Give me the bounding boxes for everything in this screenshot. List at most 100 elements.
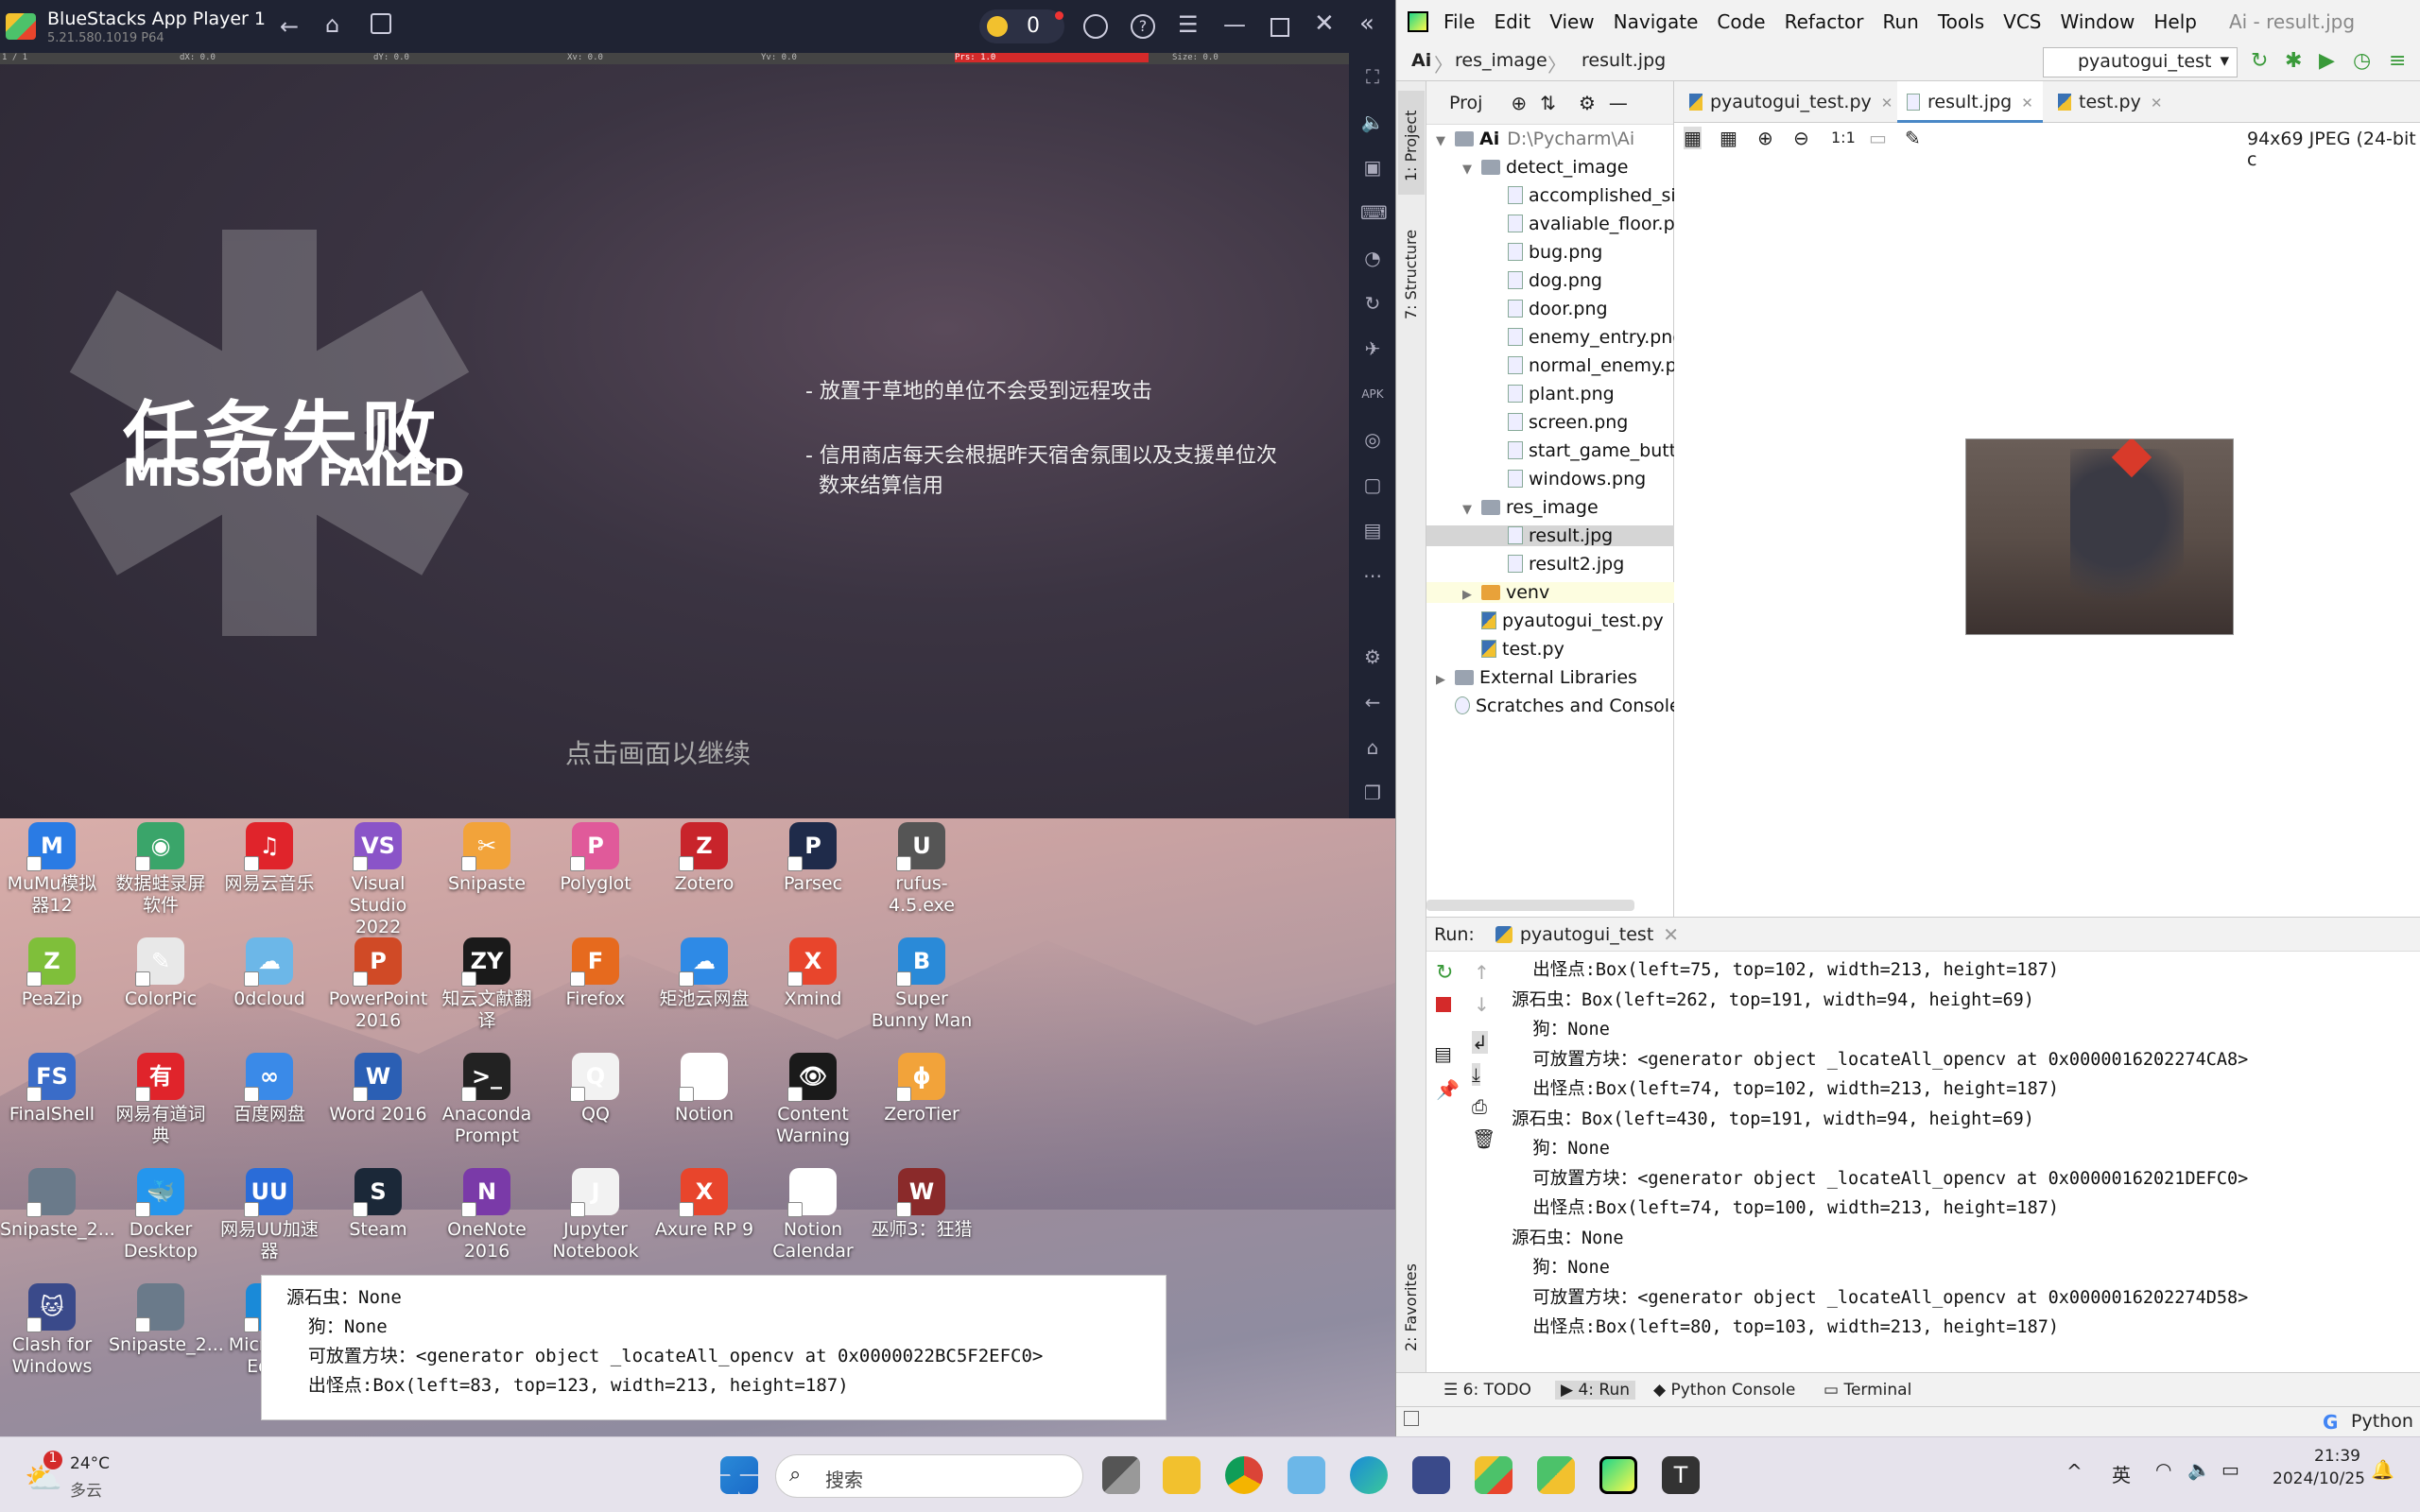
stop-icon[interactable] xyxy=(1436,997,1451,1012)
weather-widget[interactable]: ⛅ 1 24°C 多云 xyxy=(25,1451,138,1503)
bluestacks-multi-icon[interactable] xyxy=(1537,1456,1575,1494)
tray-chevron-icon[interactable]: ^ xyxy=(2066,1460,2083,1483)
tree-node[interactable]: bug.png xyxy=(1489,242,1602,263)
breadcrumb-folder[interactable]: res_image xyxy=(1455,50,1547,71)
desktop-icon[interactable]: Z Zotero xyxy=(652,822,756,895)
tree-node[interactable]: Scratches and Consoles xyxy=(1436,696,1690,716)
menu-navigate[interactable]: Navigate xyxy=(1614,10,1699,33)
desktop-icon[interactable]: ✎ ColorPic xyxy=(109,937,213,1010)
editor-tab[interactable]: pyautogui_test.py ✕ xyxy=(1680,81,1902,123)
collapse-sidebar-icon[interactable]: « xyxy=(1359,9,1374,38)
volume-icon[interactable]: 🔈 xyxy=(1360,110,1385,134)
desktop-icon[interactable]: FS FinalShell xyxy=(0,1053,104,1125)
project-tool-button[interactable]: 1: Project xyxy=(1398,91,1425,195)
fullscreen-icon[interactable]: ⛶ xyxy=(1360,64,1385,89)
menu-run[interactable]: Run xyxy=(1883,10,1919,33)
run-console-output[interactable]: 出怪点:Box(left=75, top=102, width=213, hei… xyxy=(1512,955,2248,1343)
start-icon[interactable] xyxy=(720,1456,758,1494)
close-tab-icon[interactable]: ✕ xyxy=(1881,94,1893,112)
desktop-icon[interactable]: ZY 知云文献翻译 xyxy=(435,937,539,1032)
desktop-icon[interactable]: ϕ ZeroTier xyxy=(870,1053,974,1125)
desktop-icon[interactable]: M MuMu模拟器12 xyxy=(0,822,104,917)
desktop-icon[interactable]: J Jupyter Notebook xyxy=(544,1168,648,1263)
favorites-tool-button[interactable]: 2: Favorites xyxy=(1398,1244,1425,1366)
desktop-icon[interactable]: P Parsec xyxy=(761,822,865,895)
apk-icon[interactable]: APK xyxy=(1360,382,1385,406)
tree-node[interactable]: plant.png xyxy=(1489,384,1615,404)
profile-icon[interactable]: ◷ xyxy=(2353,49,2371,73)
desktop-icon[interactable]: W 巫师3：狂猎 xyxy=(870,1168,974,1241)
screenshot-icon[interactable]: ◎ xyxy=(1360,427,1385,452)
desktop-icon[interactable]: 31 Notion Calendar xyxy=(761,1168,865,1263)
desktop-icon[interactable]: P Polyglot xyxy=(544,822,648,895)
zoom-in-icon[interactable]: ⊕ xyxy=(1757,127,1773,149)
todo-tab[interactable]: ☰ 6: TODO xyxy=(1443,1381,1531,1400)
structure-tool-button[interactable]: 7: Structure xyxy=(1398,214,1425,327)
menu-edit[interactable]: Edit xyxy=(1494,10,1530,33)
menu-tools[interactable]: Tools xyxy=(1938,10,1984,33)
desktop-icon[interactable]: VS Visual Studio 2022 xyxy=(326,822,430,938)
desktop-icon[interactable]: Urufus-4.5.exe xyxy=(870,822,974,917)
desktop-icon[interactable]: X Xmind xyxy=(761,937,865,1010)
desktop-icon[interactable]: F Firefox xyxy=(544,937,648,1010)
more-icon[interactable]: ⋯ xyxy=(1360,563,1385,588)
rerun-icon[interactable]: ↻ xyxy=(1436,961,1453,985)
menu-vcs[interactable]: VCS xyxy=(2003,10,2041,33)
interpreter-status[interactable]: Python xyxy=(2351,1411,2413,1432)
terminal-tab[interactable]: ▭ Terminal xyxy=(1824,1381,1911,1400)
down-icon[interactable]: ↓ xyxy=(1474,993,1490,1016)
chessboard-icon[interactable]: ▦ xyxy=(1684,127,1702,149)
clash-icon[interactable] xyxy=(1412,1456,1450,1494)
gallery-icon[interactable]: ▤ xyxy=(1360,518,1385,542)
scroll-end-icon[interactable]: ⤓ xyxy=(1472,1063,1480,1086)
tree-node[interactable]: accomplished_sig xyxy=(1489,185,1687,206)
menu-refactor[interactable]: Refactor xyxy=(1785,10,1864,33)
project-panel-label[interactable]: Proj xyxy=(1449,93,1482,113)
tree-node[interactable]: ▶ venv xyxy=(1426,582,1674,603)
coverage-icon[interactable]: ▶ xyxy=(2319,49,2335,73)
desktop-icon[interactable]: 有网易有道词典 xyxy=(109,1053,213,1147)
color-picker-icon[interactable]: ✎ xyxy=(1905,127,1921,149)
tree-node[interactable]: avaliable_floor.pn xyxy=(1489,214,1686,234)
close-tab-icon[interactable]: ✕ xyxy=(2021,94,2033,112)
locate-icon[interactable]: ⊕ xyxy=(1511,92,1527,114)
notification-bell-icon[interactable]: 🔔 xyxy=(2371,1458,2394,1481)
android-back-icon[interactable]: ← xyxy=(1360,690,1385,714)
desktop-icon[interactable]: S Steam xyxy=(326,1168,430,1241)
editor-tab[interactable]: test.py ✕ xyxy=(2048,81,2171,123)
recent-apps-icon[interactable]: ❐ xyxy=(1360,781,1385,805)
breadcrumb-file[interactable]: result.jpg xyxy=(1582,50,1666,71)
close-run-tab-icon[interactable]: ✕ xyxy=(1663,923,1679,946)
layout-toggle-icon[interactable] xyxy=(1404,1411,1419,1426)
gamepad-icon[interactable]: ✈ xyxy=(1360,336,1385,361)
task-view-icon[interactable] xyxy=(1102,1456,1140,1494)
menu-code[interactable]: Code xyxy=(1717,10,1765,33)
up-icon[interactable]: ↑ xyxy=(1474,961,1490,984)
tree-node[interactable]: ▼ detect_image xyxy=(1462,157,1628,178)
typora-icon[interactable]: T xyxy=(1662,1456,1700,1494)
menu-file[interactable]: File xyxy=(1443,10,1475,33)
tree-node[interactable]: pyautogui_test.py xyxy=(1462,610,1664,631)
tree-node[interactable]: windows.png xyxy=(1489,469,1646,490)
print-icon[interactable]: ⎙ xyxy=(1472,1095,1487,1118)
run-tab[interactable]: pyautogui_test xyxy=(1520,924,1653,945)
tree-node[interactable]: normal_enemy.pn xyxy=(1489,355,1688,376)
account-icon[interactable] xyxy=(1083,14,1108,39)
desktop-icon[interactable]: Snipaste_2... xyxy=(109,1283,224,1356)
tree-node[interactable]: ▼ res_image xyxy=(1462,497,1599,518)
desktop-icon[interactable]: P PowerPoint 2016 xyxy=(326,937,430,1032)
bluestacks-icon[interactable] xyxy=(1475,1456,1512,1494)
record-icon[interactable]: ▢ xyxy=(1360,472,1385,497)
expand-arrow-icon[interactable]: ▼ xyxy=(1462,503,1481,517)
desktop-icon[interactable]: B Super Bunny Man xyxy=(870,937,974,1032)
android-home-icon[interactable]: ⌂ xyxy=(1360,735,1385,760)
macro-icon[interactable]: ◔ xyxy=(1360,246,1385,270)
editor-tab[interactable]: result.jpg ✕ xyxy=(1897,81,2043,123)
home-icon[interactable]: ⌂ xyxy=(325,11,339,38)
multi-instance-icon[interactable] xyxy=(371,13,391,34)
tree-node[interactable]: start_game_butto xyxy=(1489,440,1687,461)
tap-to-continue[interactable]: 点击画面以继续 xyxy=(565,733,751,771)
expand-arrow-icon[interactable]: ▼ xyxy=(1462,163,1481,177)
tree-node[interactable]: screen.png xyxy=(1489,412,1628,433)
tree-node[interactable]: result.jpg xyxy=(1426,525,1674,546)
